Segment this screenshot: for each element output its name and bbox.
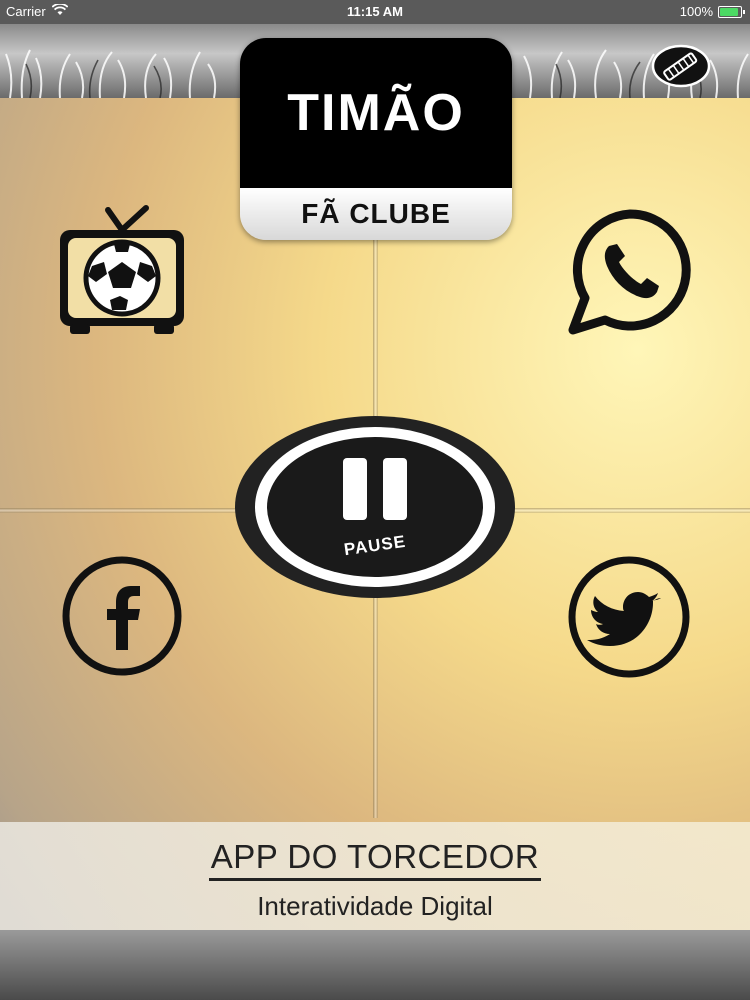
whatsapp-icon — [568, 209, 691, 335]
footer-band: APP DO TORCEDOR Interatividade Digital — [0, 822, 750, 930]
twitter-button[interactable] — [566, 554, 692, 680]
battery-percent: 100% — [679, 4, 713, 19]
footer-subtitle: Interatividade Digital — [257, 891, 493, 921]
facebook-icon — [62, 556, 182, 676]
status-right: 100% — [679, 4, 745, 19]
status-time: 11:15 AM — [347, 4, 403, 19]
tv-football-icon — [60, 205, 184, 334]
pause-icon — [235, 416, 515, 598]
app-screen: Carrier 11:15 AM 100% TIMÃO FÃ CLUBE PAU… — [0, 0, 750, 1000]
battery-icon — [718, 5, 745, 18]
twitter-icon — [568, 556, 690, 678]
edit-button[interactable] — [651, 44, 711, 88]
status-bar: Carrier 11:15 AM 100% — [0, 0, 750, 24]
footer-title: APP DO TORCEDOR — [208, 838, 542, 881]
logo-title: TIMÃO — [240, 38, 512, 188]
tv-button[interactable] — [52, 204, 192, 338]
bottom-band — [0, 930, 750, 1000]
whatsapp-button[interactable] — [565, 206, 695, 336]
edit-icon — [651, 44, 711, 88]
logo-subtitle: FÃ CLUBE — [240, 188, 512, 240]
app-logo: TIMÃO FÃ CLUBE — [240, 38, 512, 240]
pause-button[interactable]: PAUSE — [233, 414, 517, 600]
facebook-button[interactable] — [60, 554, 184, 678]
